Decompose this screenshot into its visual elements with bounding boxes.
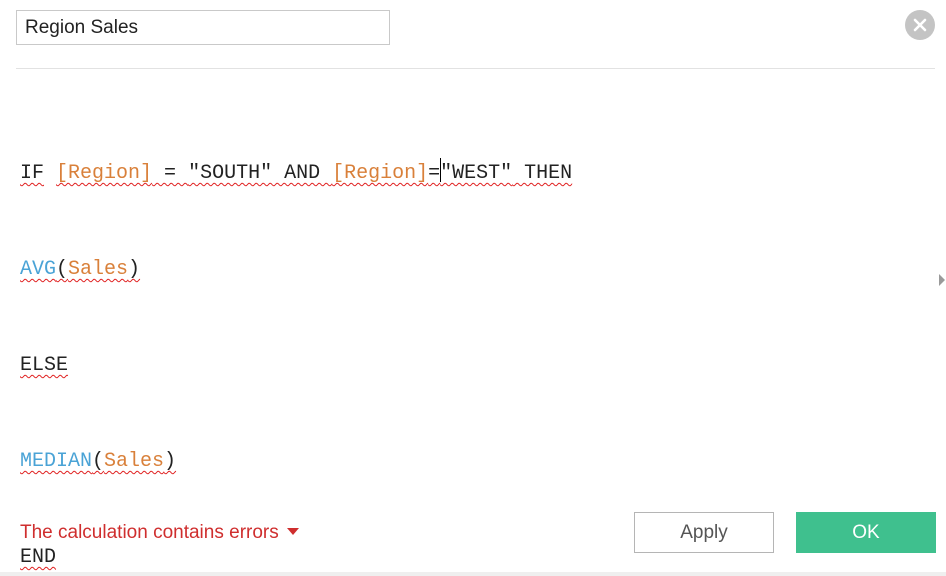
formula-line-4: MEDIAN(Sales) bbox=[20, 446, 920, 478]
formula-line-3: ELSE bbox=[20, 350, 920, 382]
close-icon bbox=[913, 18, 927, 32]
field-region: [Region] bbox=[332, 162, 429, 185]
operator-equals: = bbox=[428, 162, 441, 185]
keyword-end: END bbox=[20, 546, 57, 569]
chevron-down-icon bbox=[286, 528, 299, 535]
keyword-then: THEN bbox=[512, 162, 573, 185]
keyword-and: AND bbox=[272, 162, 333, 185]
header-divider bbox=[16, 68, 935, 69]
paren-close: ) bbox=[128, 258, 141, 281]
close-button[interactable] bbox=[905, 10, 935, 40]
formula-line-2: AVG(Sales) bbox=[20, 254, 920, 286]
formula-line-1: IF [Region] = "SOUTH" AND [Region]="WEST… bbox=[20, 158, 920, 190]
calculation-dialog: IF [Region] = "SOUTH" AND [Region]="WEST… bbox=[0, 0, 946, 576]
keyword-else: ELSE bbox=[20, 354, 69, 377]
error-status-dropdown[interactable]: The calculation contains errors bbox=[20, 520, 299, 546]
ok-button[interactable]: OK bbox=[796, 512, 936, 553]
function-avg: AVG bbox=[20, 258, 57, 281]
error-status-text: The calculation contains errors bbox=[20, 522, 279, 543]
keyword-if: IF bbox=[20, 162, 45, 185]
field-region: [Region] bbox=[56, 162, 153, 185]
calculation-name-input[interactable] bbox=[16, 10, 390, 45]
formula-editor[interactable]: IF [Region] = "SOUTH" AND [Region]="WEST… bbox=[20, 94, 920, 569]
bottom-edge bbox=[0, 572, 946, 576]
paren-close: ) bbox=[164, 450, 177, 473]
formula-line-5: END bbox=[20, 542, 920, 574]
field-sales: Sales bbox=[104, 450, 165, 473]
string-west: "WEST" bbox=[440, 162, 513, 185]
operator-equals: = bbox=[152, 162, 189, 185]
field-sales: Sales bbox=[68, 258, 129, 281]
expand-arrow-icon[interactable] bbox=[939, 274, 945, 286]
paren-open: ( bbox=[92, 450, 105, 473]
apply-button[interactable]: Apply bbox=[634, 512, 774, 553]
paren-open: ( bbox=[56, 258, 69, 281]
string-south: "SOUTH" bbox=[188, 162, 273, 185]
function-median: MEDIAN bbox=[20, 450, 93, 473]
